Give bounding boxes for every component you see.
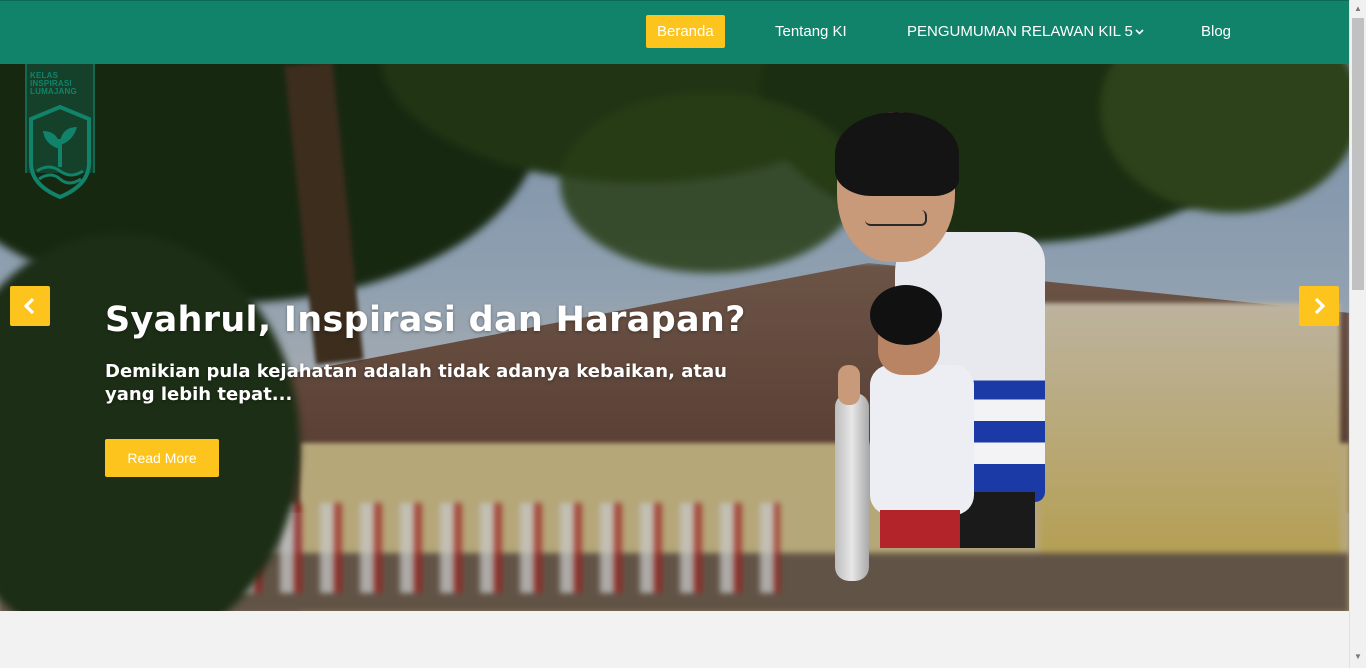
page-scrollbar[interactable]: ▲ ▼ xyxy=(1349,0,1366,668)
nav-item-beranda[interactable]: Beranda xyxy=(646,15,725,48)
navbar: Beranda Tentang KI PENGUMUMAN RELAWAN KI… xyxy=(0,0,1349,64)
nav-item-tentang-ki[interactable]: Tentang KI xyxy=(764,15,858,48)
hero-image-hand xyxy=(838,365,860,405)
site-logo[interactable]: KELAS INSPIRASI LUMAJANG xyxy=(25,63,95,199)
page: Beranda Tentang KI PENGUMUMAN RELAWAN KI… xyxy=(0,0,1349,668)
child-shirt xyxy=(870,365,974,515)
logo-text: KELAS INSPIRASI LUMAJANG xyxy=(30,72,94,96)
hero-image-tube xyxy=(835,393,869,581)
teacher-glasses xyxy=(865,210,927,226)
nav-item-pengumuman[interactable]: PENGUMUMAN RELAWAN KIL 5 xyxy=(896,15,1155,48)
scrollbar-thumb[interactable] xyxy=(1352,18,1364,290)
nav-item-pengumuman-label: PENGUMUMAN RELAWAN KIL 5 xyxy=(907,23,1133,40)
chevron-right-icon xyxy=(1314,297,1326,315)
scroll-down-icon[interactable]: ▼ xyxy=(1354,652,1362,661)
slide-excerpt: Demikian pula kejahatan adalah tidak ada… xyxy=(105,361,727,405)
slider-next-button[interactable] xyxy=(1299,286,1339,326)
scroll-up-icon[interactable]: ▲ xyxy=(1354,4,1362,13)
teacher-hair xyxy=(835,112,959,196)
chevron-left-icon xyxy=(23,297,35,315)
slider-prev-button[interactable] xyxy=(10,286,50,326)
logo-emblem-icon xyxy=(29,105,91,199)
read-more-button[interactable]: Read More xyxy=(105,439,219,477)
nav-item-blog[interactable]: Blog xyxy=(1190,15,1242,48)
slide-title[interactable]: Syahrul, Inspirasi dan Harapan? xyxy=(105,300,746,340)
child-hair xyxy=(870,285,942,345)
hero-image-child xyxy=(870,285,980,548)
logo-line: LUMAJANG xyxy=(30,87,77,96)
child-pants xyxy=(880,510,960,548)
chevron-down-icon xyxy=(1135,16,1144,49)
slide-caption: Syahrul, Inspirasi dan Harapan? Demikian… xyxy=(105,300,746,405)
